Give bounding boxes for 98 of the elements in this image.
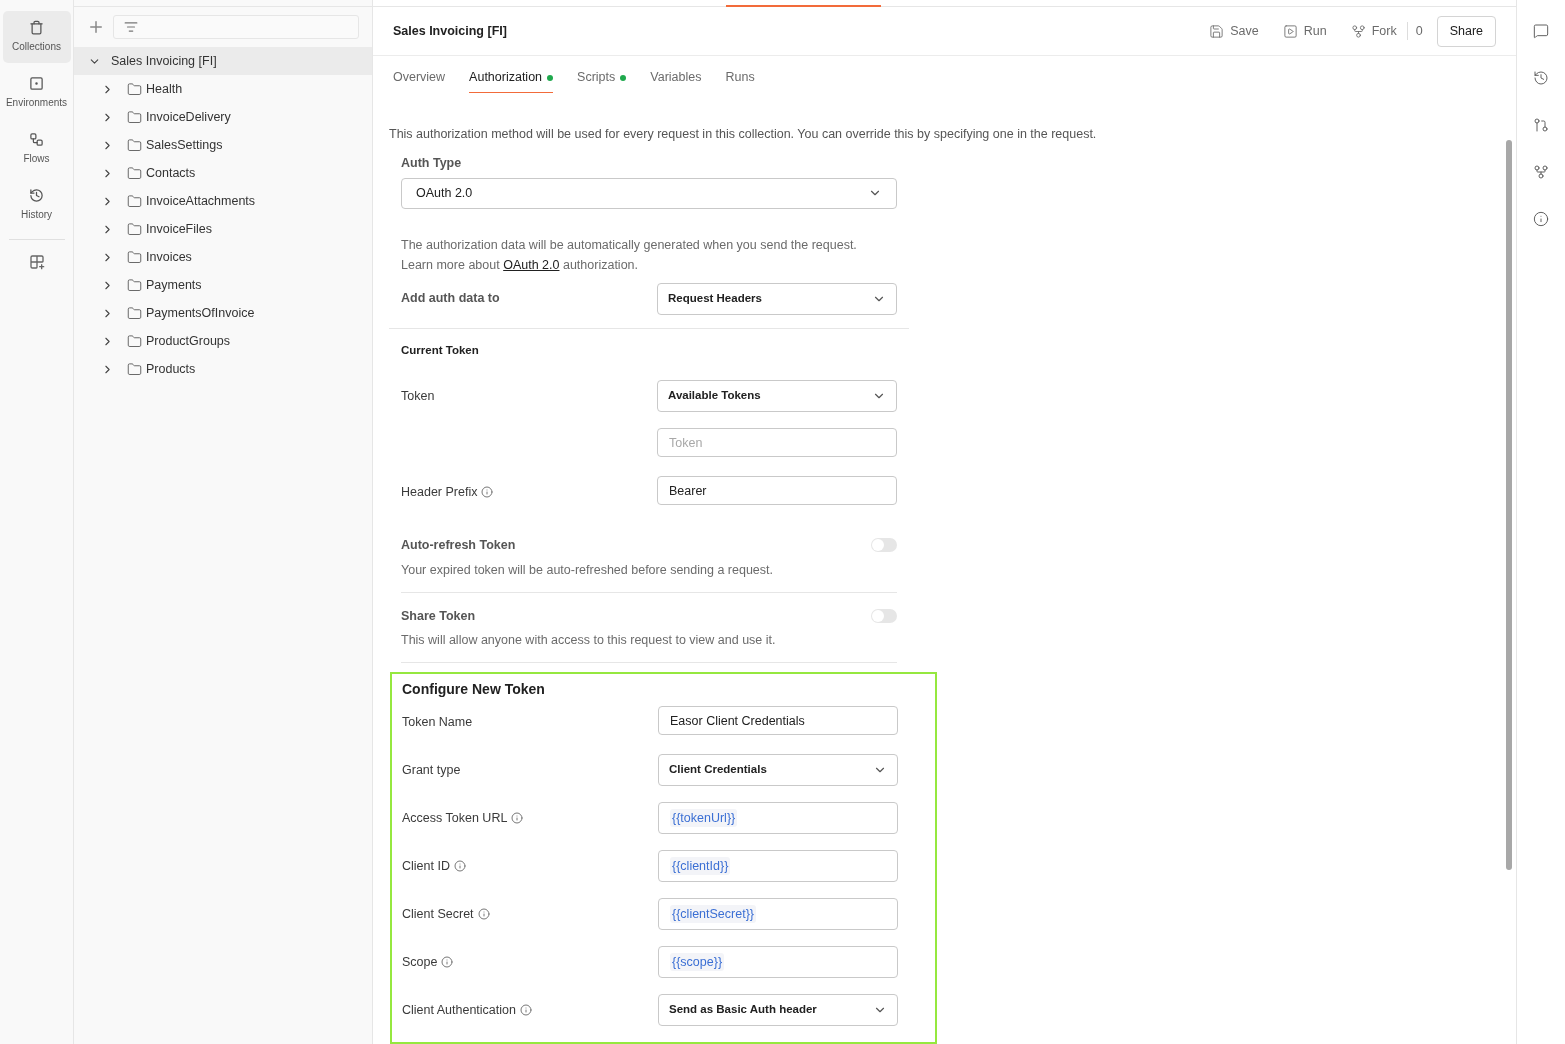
field-label: Client Secret <box>402 906 474 923</box>
field-label: Access Token URL <box>402 810 508 827</box>
plus-icon[interactable] <box>87 18 105 36</box>
folder-icon <box>127 333 142 349</box>
folder-icon <box>127 249 142 265</box>
input-field[interactable]: Bearer <box>657 476 897 505</box>
input-field[interactable]: {{clientSecret}} <box>658 898 898 930</box>
field-label: Scope <box>402 954 438 971</box>
field-label: Header Prefix <box>401 484 478 501</box>
folder-icon <box>127 221 142 237</box>
nav-item[interactable]: Environments <box>2 67 71 119</box>
input-field[interactable]: {{scope}} <box>658 946 898 978</box>
fork-count: 0 <box>1414 22 1424 40</box>
pull-request-icon[interactable] <box>1533 117 1549 133</box>
field-label: Auth Type <box>401 155 463 172</box>
history-icon <box>29 188 44 203</box>
toggle-switch[interactable] <box>871 608 897 623</box>
bucket-icon <box>29 20 44 35</box>
fork-icon <box>1350 23 1366 39</box>
section-heading: Current Token <box>401 342 480 358</box>
tree-item[interactable]: ProductGroups <box>74 327 372 355</box>
field-label: Add auth data to <box>401 290 501 308</box>
info-icon <box>477 908 490 921</box>
tab[interactable]: Runs <box>725 63 755 94</box>
filter-icon <box>124 20 138 34</box>
nav-item[interactable]: History <box>2 179 71 231</box>
variable-tag: {{clientId}} <box>670 856 731 876</box>
share-button[interactable]: Share <box>1436 15 1496 47</box>
folder-icon <box>127 81 142 97</box>
folder-icon <box>127 109 142 125</box>
field-label: Grant type <box>402 762 461 779</box>
dropdown[interactable]: Client Credentials <box>658 754 898 786</box>
toolbar-button[interactable]: Fork <box>1342 16 1405 46</box>
info-icon <box>511 812 524 825</box>
tree-item[interactable]: Invoices <box>74 243 372 271</box>
folder-icon <box>127 305 142 321</box>
info-text: The authorization data will be automatically generated when you send the request. Learn more about OAuth 2.0 authorization. <box>401 236 858 274</box>
variable-tag: {{clientSecret}} <box>670 904 756 924</box>
dropdown[interactable]: Request Headers <box>657 282 897 315</box>
description-text: This authorization method will be used for every request in this collection. You can override this by specifying one in the request. <box>389 126 1098 144</box>
folder-icon <box>127 193 142 209</box>
input-field[interactable]: Token <box>657 428 897 457</box>
info-icon <box>441 956 454 969</box>
info-icon[interactable] <box>1533 211 1549 227</box>
oauth-link[interactable]: OAuth 2.0 <box>503 257 560 272</box>
tab[interactable]: Authorization <box>469 63 554 94</box>
field-label: Token Name <box>402 714 473 731</box>
folder-icon <box>127 165 142 181</box>
field-label: Token <box>401 388 435 405</box>
history-icon[interactable] <box>1533 70 1549 86</box>
tree-item[interactable]: Payments <box>74 271 372 299</box>
info-icon <box>453 860 466 873</box>
dropdown[interactable]: Available Tokens <box>657 380 897 412</box>
tree-item[interactable]: Sales Invoicing [FI] <box>74 47 372 75</box>
dropdown[interactable]: Send as Basic Auth header <box>658 994 898 1026</box>
folder-icon <box>127 277 142 293</box>
toolbar-button[interactable]: Save <box>1201 16 1267 46</box>
dropdown[interactable]: OAuth 2.0 <box>401 177 897 209</box>
nav-item[interactable]: Collections <box>2 11 71 63</box>
fork-icon[interactable] <box>1533 164 1549 180</box>
toggle-description: Your expired token will be auto-refreshed before sending a request. <box>401 561 774 579</box>
tree-item[interactable]: PaymentsOfInvoice <box>74 299 372 327</box>
input-field[interactable]: {{tokenUrl}} <box>658 802 898 834</box>
tree-item[interactable]: InvoiceAttachments <box>74 187 372 215</box>
input-field[interactable]: {{clientId}} <box>658 850 898 882</box>
save-icon <box>1209 23 1225 39</box>
tree-item[interactable]: SalesSettings <box>74 131 372 159</box>
nav-item[interactable]: Flows <box>2 123 71 175</box>
collection-title: Sales Invoicing [FI] <box>393 22 507 40</box>
tab[interactable]: Scripts <box>577 63 627 94</box>
filter-field[interactable] <box>113 15 359 39</box>
folder-icon <box>127 361 142 377</box>
tree-item[interactable]: Health <box>74 75 372 103</box>
tree-item[interactable]: Contacts <box>74 159 372 187</box>
input-field[interactable]: Easor Client Credentials <box>658 706 898 735</box>
grid-plus-icon[interactable] <box>28 254 45 270</box>
toolbar-button[interactable]: Run <box>1274 16 1335 46</box>
variable-tag: {{tokenUrl}} <box>670 808 738 828</box>
field-label: Client Authentication <box>402 1002 516 1019</box>
toggle-description: This will allow anyone with access to this request to view and use it. <box>401 632 777 650</box>
play-icon <box>1282 23 1298 39</box>
info-icon <box>519 1004 532 1017</box>
toggle-switch[interactable] <box>871 538 897 553</box>
section-heading: Configure New Token <box>402 680 546 699</box>
scrollbar-thumb[interactable] <box>1506 140 1512 870</box>
flow-icon <box>29 132 44 147</box>
tree-item[interactable]: Products <box>74 355 372 383</box>
info-icon <box>481 486 494 499</box>
comment-icon[interactable] <box>1533 23 1549 39</box>
tab[interactable]: Overview <box>393 63 446 94</box>
tab[interactable]: Variables <box>650 63 702 94</box>
tree-item[interactable]: InvoiceDelivery <box>74 103 372 131</box>
toggle-title: Auto-refresh Token <box>401 537 516 554</box>
folder-icon <box>127 137 142 153</box>
tree-item[interactable]: InvoiceFiles <box>74 215 372 243</box>
field-label: Client ID <box>402 858 450 875</box>
toggle-title: Share Token <box>401 607 476 625</box>
variable-tag: {{scope}} <box>670 952 725 972</box>
